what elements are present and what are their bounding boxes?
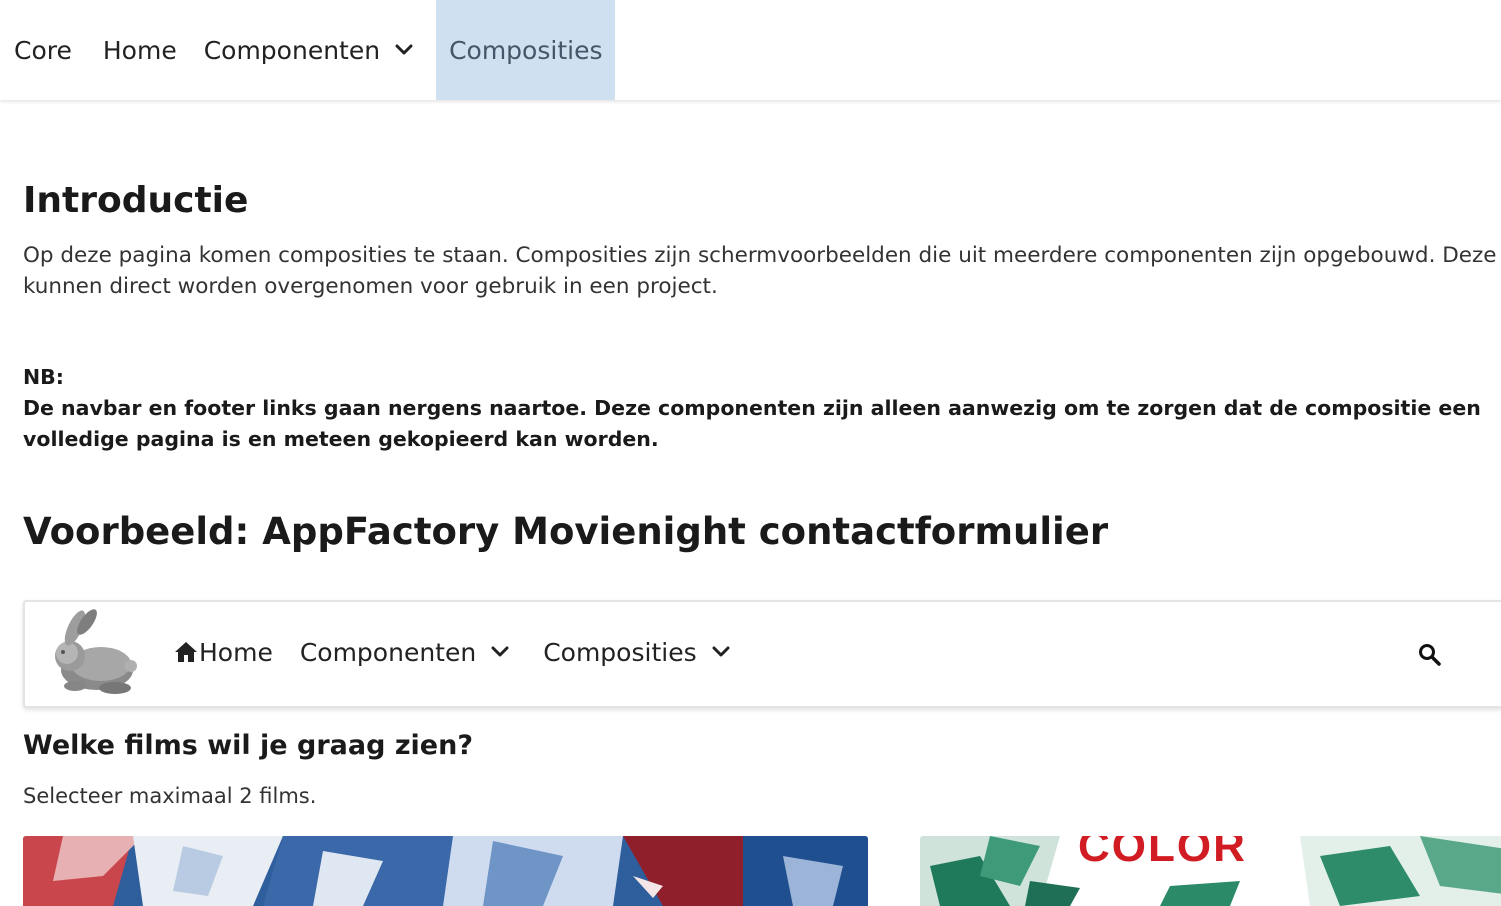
example-nav-componenten-dropdown[interactable]: Componenten: [300, 638, 510, 667]
intro-heading: Introductie: [23, 180, 249, 221]
movie-poster-card[interactable]: COLOR: [920, 836, 1501, 906]
search-icon[interactable]: [1417, 642, 1443, 668]
example-nav-links: Home Componenten Composities: [173, 602, 731, 702]
nav-composities[interactable]: Composities: [436, 0, 616, 100]
example-heading: Voorbeeld: AppFactory Movienight contact…: [23, 510, 1109, 553]
poster-title: COLOR: [1078, 836, 1247, 871]
nb-label: NB:: [23, 365, 64, 389]
movie-poster-image: [23, 836, 868, 906]
example-nav-componenten-label: Componenten: [299, 637, 477, 667]
films-subtitle: Selecteer maximaal 2 films.: [23, 784, 317, 808]
example-nav-home-label: Home: [199, 637, 273, 667]
chevron-down-icon: [491, 646, 509, 657]
brand-link[interactable]: Core: [0, 0, 103, 100]
rabbit-logo[interactable]: [45, 606, 140, 698]
nb-note: NB: De navbar en footer links gaan nerge…: [23, 362, 1501, 455]
nav-componenten-label: Componenten: [203, 35, 381, 65]
chevron-down-icon: [712, 646, 730, 657]
example-nav-composities-dropdown[interactable]: Composities: [543, 638, 730, 667]
chevron-down-icon: [395, 44, 413, 55]
intro-paragraph: Op deze pagina komen composities te staa…: [23, 243, 1497, 299]
example-nav-composities-label: Composities: [543, 637, 697, 667]
movie-poster-card[interactable]: [23, 836, 868, 906]
nav-componenten-dropdown[interactable]: Componenten: [204, 0, 436, 100]
home-icon: [175, 642, 197, 662]
top-navbar: Core Home Componenten Composities: [0, 0, 1501, 100]
nb-text: De navbar en footer links gaan nergens n…: [23, 396, 1481, 451]
example-navbar: Home Componenten Composities: [23, 600, 1501, 708]
films-heading: Welke films wil je graag zien?: [23, 730, 473, 761]
nav-home[interactable]: Home: [103, 0, 204, 100]
example-nav-home[interactable]: Home: [173, 638, 273, 667]
